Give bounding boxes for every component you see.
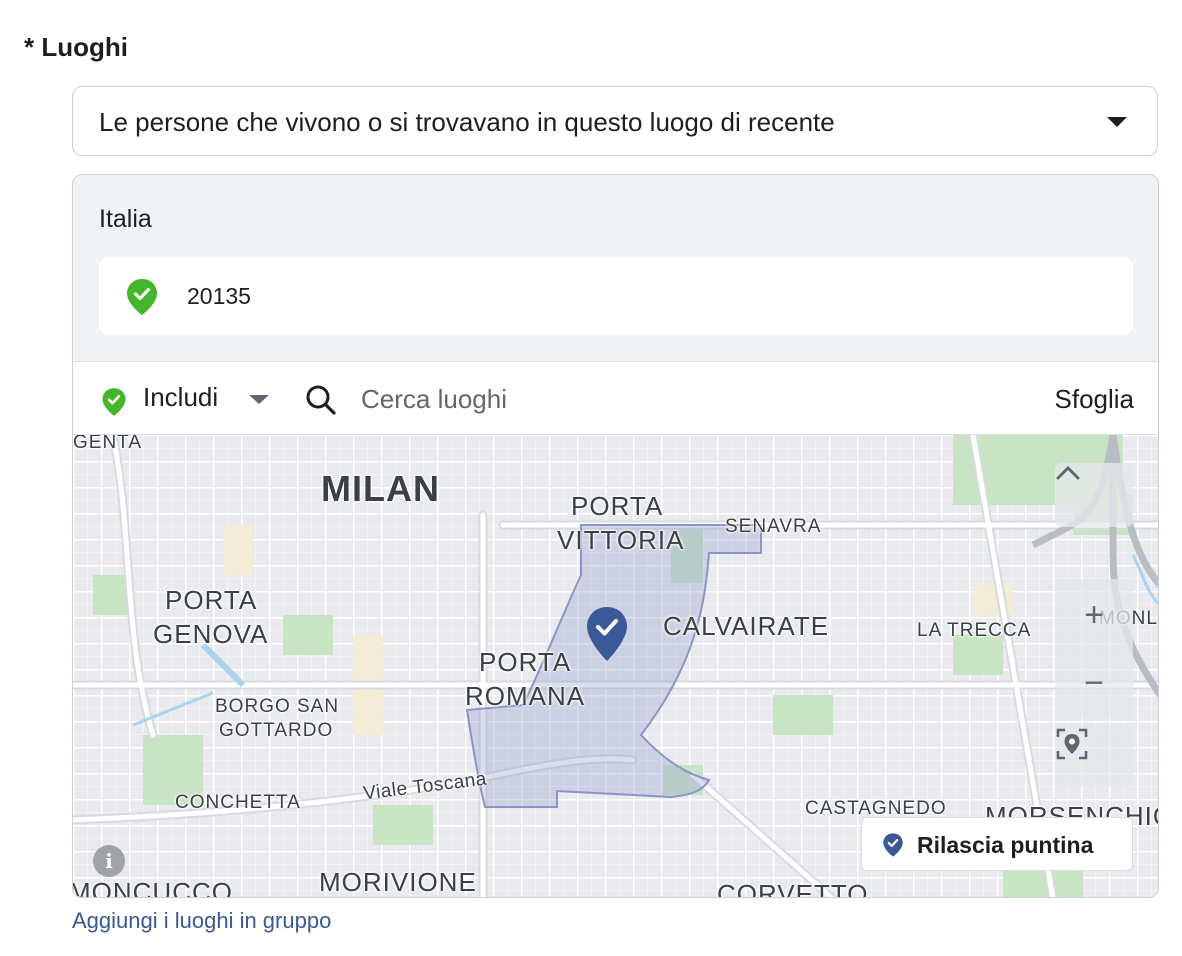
map-label: CALVAIRATE bbox=[663, 611, 830, 641]
location-toolbar: Includi Sfoglia bbox=[73, 361, 1158, 435]
map-label: PORTA bbox=[479, 647, 572, 677]
chevron-down-icon[interactable] bbox=[249, 395, 269, 404]
map-label: LA TRECCA bbox=[917, 620, 1032, 641]
map-label: MILAN bbox=[321, 468, 440, 509]
country-label: Italia bbox=[99, 205, 152, 233]
map-label: CORVETTO bbox=[717, 879, 869, 898]
map-label: GOTTARDO bbox=[219, 720, 334, 741]
map-label: ROMANA bbox=[465, 681, 586, 711]
check-pin-icon bbox=[125, 277, 159, 322]
chevron-up-icon[interactable] bbox=[1055, 465, 1133, 525]
map-label: SENAVRA bbox=[725, 516, 822, 537]
include-pin-icon bbox=[101, 386, 127, 423]
info-icon[interactable]: i bbox=[93, 845, 125, 877]
location-type-value: Le persone che vivono o si trovavano in … bbox=[99, 107, 835, 137]
location-item[interactable]: 20135 bbox=[99, 257, 1133, 335]
drop-pin-button[interactable]: Rilascia puntina bbox=[861, 817, 1133, 871]
map-label: GENOVA bbox=[153, 619, 269, 649]
map-label: PORTA bbox=[165, 585, 258, 615]
locate-me-icon[interactable] bbox=[1055, 727, 1133, 787]
location-item-label: 20135 bbox=[187, 283, 251, 309]
map-label: GENTA bbox=[73, 435, 143, 453]
locations-panel: Italia 20135 Includi Sfoglia bbox=[72, 174, 1159, 898]
add-locations-in-bulk-link[interactable]: Aggiungi i luoghi in gruppo bbox=[72, 908, 331, 934]
locations-section-title: * Luoghi bbox=[24, 32, 128, 62]
chevron-down-icon bbox=[1107, 117, 1127, 127]
map-label: PORTA bbox=[571, 491, 664, 521]
map-controls: + − bbox=[1055, 463, 1133, 787]
search-icon bbox=[305, 384, 337, 421]
map-label: CONCHETTA bbox=[175, 792, 301, 813]
include-dropdown[interactable]: Includi bbox=[143, 382, 218, 413]
map-label: VITTORIA bbox=[557, 525, 685, 555]
drop-pin-label: Rilascia puntina bbox=[917, 832, 1094, 858]
browse-button[interactable]: Sfoglia bbox=[1055, 384, 1135, 415]
location-type-dropdown[interactable]: Le persone che vivono o si trovavano in … bbox=[72, 86, 1158, 156]
zoom-out-button[interactable]: − bbox=[1055, 653, 1133, 713]
zoom-in-button[interactable]: + bbox=[1055, 585, 1133, 645]
map-label: MORIVIONE bbox=[319, 867, 477, 897]
map-label: CASTAGNEDO bbox=[805, 798, 947, 819]
map-label: MONCUCCO bbox=[73, 877, 233, 898]
search-locations-input[interactable] bbox=[359, 374, 883, 424]
map[interactable]: GENTA MILAN PORTA VITTORIA SENAVRA PORTA… bbox=[73, 435, 1158, 898]
map-label: BORGO SAN bbox=[215, 696, 340, 717]
